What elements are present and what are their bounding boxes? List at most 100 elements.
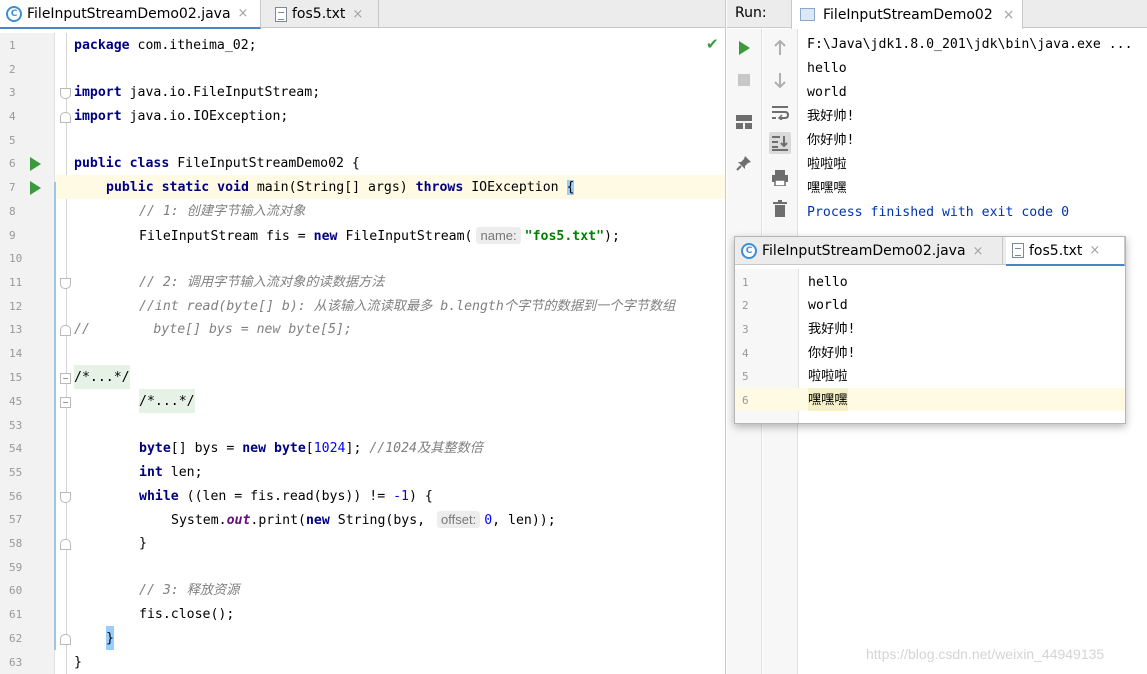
code-line[interactable]: 4 import java.io.IOException; bbox=[9, 104, 725, 128]
line-number: 60 bbox=[9, 584, 23, 597]
code-line[interactable]: 13 // byte[] bys = new byte[5]; bbox=[9, 317, 725, 341]
code-line[interactable]: 54 byte[] bys = new byte[1024]; //1024及其… bbox=[9, 436, 725, 460]
code-line[interactable]: 56 while ((len = fis.read(bys)) != -1) { bbox=[9, 484, 725, 508]
line-number: 4 bbox=[9, 110, 16, 123]
text-content: world bbox=[808, 298, 848, 313]
code-line[interactable]: 60 // 3: 释放资源 bbox=[9, 578, 725, 602]
code-line[interactable]: 12 //int read(byte[] b): 从该输入流读取最多 b.len… bbox=[9, 294, 725, 318]
text-line[interactable]: 5 啦啦啦 bbox=[735, 364, 1125, 387]
code-line[interactable]: 1 package com.itheima_02; bbox=[9, 33, 725, 57]
code-line[interactable]: 63 } bbox=[9, 650, 725, 674]
code-line[interactable]: 5 bbox=[9, 128, 725, 152]
tab-label: fos5.txt bbox=[292, 6, 346, 22]
code-line[interactable]: 58 } bbox=[9, 531, 725, 555]
popup-tab-java[interactable]: C FileInputStreamDemo02.java × bbox=[735, 237, 1003, 265]
close-icon[interactable]: × bbox=[973, 244, 984, 259]
code-line[interactable]: 9 FileInputStream fis = new FileInputStr… bbox=[9, 223, 725, 247]
text-content: 你好帅! bbox=[808, 346, 856, 361]
line-number: 6 bbox=[742, 394, 749, 407]
stop-button[interactable] bbox=[733, 69, 755, 91]
text-file-icon bbox=[275, 6, 287, 22]
up-stack-button[interactable] bbox=[769, 37, 791, 59]
arrow-up-icon bbox=[774, 40, 786, 55]
text-line-current[interactable]: 6 嘿嘿嘿 bbox=[735, 388, 1125, 411]
code-text: FileInputStream fis = new FileInputStrea… bbox=[139, 227, 620, 244]
pin-icon bbox=[736, 156, 751, 171]
tab-fos5-txt[interactable]: fos5.txt × bbox=[269, 0, 379, 28]
console-line: hello bbox=[807, 61, 847, 76]
file-preview-popup[interactable]: C FileInputStreamDemo02.java × fos5.txt … bbox=[734, 236, 1126, 424]
soft-wrap-button[interactable] bbox=[769, 101, 791, 123]
code-line[interactable]: 57 System.out.print(new String(bys, offs… bbox=[9, 507, 725, 531]
rerun-button[interactable] bbox=[733, 37, 755, 59]
line-number: 45 bbox=[9, 395, 23, 408]
line-number: 2 bbox=[742, 299, 749, 312]
code-line[interactable]: 10 bbox=[9, 246, 725, 270]
code-comment: // byte[] bys = new byte[5]; bbox=[74, 322, 352, 337]
clear-all-button[interactable] bbox=[769, 197, 791, 219]
code-text: package com.itheima_02; bbox=[74, 38, 257, 53]
pin-tab-button[interactable] bbox=[733, 152, 755, 174]
code-line[interactable]: 2 bbox=[9, 57, 725, 81]
folded-block[interactable]: /*...*/ bbox=[139, 389, 195, 413]
code-line[interactable]: 59 bbox=[9, 555, 725, 579]
code-line[interactable]: 53 bbox=[9, 413, 725, 437]
code-text: while ((len = fis.read(bys)) != -1) { bbox=[139, 489, 433, 504]
code-line[interactable]: 11 // 2: 调用字节输入流对象的读数据方法 bbox=[9, 270, 725, 294]
line-number: 7 bbox=[9, 181, 16, 194]
layout-icon bbox=[736, 115, 752, 129]
line-number: 1 bbox=[742, 276, 749, 289]
print-button[interactable] bbox=[769, 167, 791, 189]
scroll-to-end-button[interactable] bbox=[769, 132, 791, 154]
close-icon[interactable]: × bbox=[1003, 7, 1015, 23]
popup-tab-fos5-txt[interactable]: fos5.txt × bbox=[1006, 237, 1125, 266]
console-line: world bbox=[807, 85, 847, 100]
code-line[interactable]: 3 import java.io.FileInputStream; bbox=[9, 80, 725, 104]
console-line: 我好帅! bbox=[807, 109, 855, 124]
text-content: 嘿嘿嘿 bbox=[808, 388, 848, 411]
code-editor[interactable]: C FileInputStreamDemo02.java × fos5.txt … bbox=[0, 0, 726, 674]
folded-block[interactable]: /*...*/ bbox=[74, 365, 130, 389]
line-number: 61 bbox=[9, 608, 23, 621]
line-number: 13 bbox=[9, 323, 23, 336]
close-icon[interactable]: × bbox=[238, 6, 249, 21]
code-line[interactable]: 62 } bbox=[9, 626, 725, 650]
run-config-icon bbox=[800, 8, 815, 21]
code-text: public class FileInputStreamDemo02 { bbox=[74, 156, 360, 171]
text-line[interactable]: 2 world bbox=[735, 293, 1125, 316]
console-command-line: F:\Java\jdk1.8.0_201\jdk\bin\java.exe ..… bbox=[807, 37, 1133, 52]
console-output[interactable]: F:\Java\jdk1.8.0_201\jdk\bin\java.exe ..… bbox=[807, 33, 1147, 225]
code-line[interactable]: 15 /*...*/ bbox=[9, 365, 725, 389]
code-line[interactable]: 8 // 1: 创建字节输入流对象 bbox=[9, 199, 725, 223]
run-configuration-tab[interactable]: FileInputStreamDemo02 × bbox=[791, 0, 1024, 29]
line-number: 53 bbox=[9, 419, 23, 432]
code-comment: //int read(byte[] b): 从该输入流读取最多 b.length… bbox=[139, 299, 676, 314]
code-line-current[interactable]: 7 public static void main(String[] args)… bbox=[9, 175, 725, 199]
text-line[interactable]: 4 你好帅! bbox=[735, 341, 1125, 364]
close-icon[interactable]: × bbox=[1089, 243, 1100, 258]
tab-filestreamdemo02-java[interactable]: C FileInputStreamDemo02.java × bbox=[0, 0, 261, 29]
text-content: hello bbox=[808, 275, 848, 290]
code-text: System.out.print(new String(bys, offset:… bbox=[171, 511, 556, 528]
code-line[interactable]: 61 fis.close(); bbox=[9, 602, 725, 626]
line-number: 57 bbox=[9, 513, 23, 526]
line-number: 56 bbox=[9, 490, 23, 503]
code-comment: // 1: 创建字节输入流对象 bbox=[139, 204, 306, 219]
code-line[interactable]: 55 int len; bbox=[9, 460, 725, 484]
run-label: Run: bbox=[735, 5, 767, 21]
line-number: 3 bbox=[9, 86, 16, 99]
close-icon[interactable]: × bbox=[352, 7, 363, 22]
code-area[interactable]: 1 package com.itheima_02; 2 3 import jav… bbox=[9, 33, 725, 674]
down-stack-button[interactable] bbox=[769, 69, 791, 91]
code-line[interactable]: 45 /*...*/ bbox=[9, 389, 725, 413]
code-line[interactable]: 6 public class FileInputStreamDemo02 { bbox=[9, 151, 725, 175]
layout-button[interactable] bbox=[733, 111, 755, 133]
line-number: 3 bbox=[742, 323, 749, 336]
code-comment: // 3: 释放资源 bbox=[139, 583, 240, 598]
line-number: 9 bbox=[9, 229, 16, 242]
text-line[interactable]: 1 hello bbox=[735, 270, 1125, 293]
text-file-icon bbox=[1012, 243, 1024, 258]
code-line[interactable]: 14 bbox=[9, 341, 725, 365]
line-number: 63 bbox=[9, 656, 23, 669]
text-line[interactable]: 3 我好帅! bbox=[735, 317, 1125, 340]
